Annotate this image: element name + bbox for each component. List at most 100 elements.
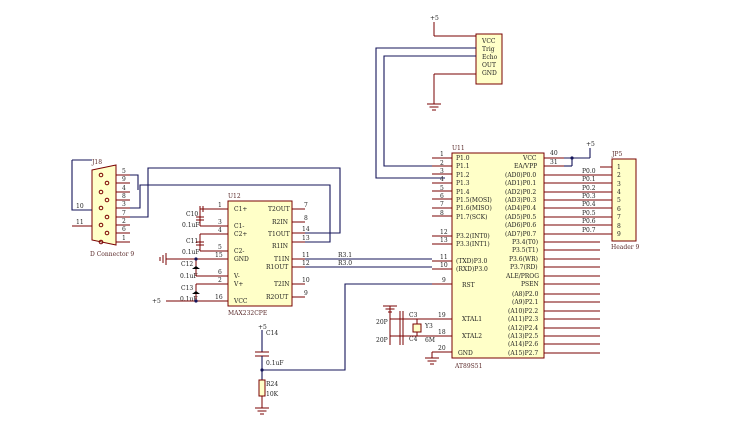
u11-int0: P3.2(INT0)	[456, 233, 490, 240]
u12-r2out: R2OUT	[266, 294, 288, 301]
u11-p3-6: P3.6(WR)	[509, 256, 538, 263]
jp5-num-3: 3	[617, 181, 621, 188]
j18-ref: J18	[91, 159, 102, 166]
u11-mcu: U11 AT89S51 P1.0 P1.1 P1.2 P1.3 P1.4 P1.…	[432, 141, 600, 370]
u11-xtal2-num: 18	[438, 329, 446, 336]
jp5-num-9: 9	[617, 231, 621, 238]
u11-p2-4: (A12)P2.4	[508, 325, 538, 332]
u12-lnum-5: 5	[218, 244, 222, 251]
u12-c2p: C2+	[234, 231, 247, 238]
j18-pin-3: 3	[122, 201, 126, 208]
u11-p3-5: P3.5(T1)	[512, 247, 538, 254]
u11-xtal1: XTAL1	[462, 316, 482, 323]
u11-p1-3-num: 4	[440, 176, 444, 183]
sensor-pin-gnd: GND	[482, 70, 497, 77]
max232-caps: C10 0.1uF C11 0.1uF C12 0.1uF C13 0.1uF …	[152, 206, 210, 305]
c13-ref: C13	[181, 285, 193, 292]
u12-vcc: VCC	[233, 298, 248, 305]
u12-ref: U12	[228, 193, 241, 200]
u11-rst-num: 9	[442, 277, 446, 284]
c12-value: 0.1uF	[180, 273, 198, 280]
y3-ref: Y3	[424, 323, 433, 330]
sensor-pin-out: OUT	[482, 62, 496, 69]
j18-pin-6: 6	[122, 226, 126, 233]
u11-p0-0: (AD0)P0.0	[505, 172, 536, 179]
u12-c2m: C2-	[234, 248, 244, 255]
u11-p2-3: (A11)P2.3	[508, 316, 538, 323]
u12-lnum-16: 16	[215, 294, 223, 301]
u11-p2-6: (A14)P2.6	[508, 341, 538, 348]
j18-pin-5: 5	[122, 168, 126, 175]
j18-pin-numbers: 5 9 4 8 3 7 2 6 1	[122, 168, 126, 242]
u11-int0-num: 12	[440, 229, 448, 236]
jp5-num-7: 7	[617, 214, 621, 221]
u11-p1-2: P1.2	[456, 172, 470, 179]
uart-wires: R3.1 R3.0	[305, 252, 432, 268]
max232-ground-symbol	[159, 253, 167, 265]
jp5-net-1: P0.1	[582, 176, 596, 183]
u11-vcc-tie: 40 31 +5	[550, 141, 595, 167]
uart-net-r31: R3.1	[338, 252, 352, 259]
u11-ea-num: 31	[550, 159, 558, 166]
u12-right-nums: 7 8 14 13 11 12 10 9	[302, 202, 310, 297]
jp5-header: JP5 Header 9 P0.0 P0.1 P0.2 P0.3 P0.4 P0…	[582, 151, 640, 251]
u11-p0-1: (AD1)P0.1	[505, 180, 536, 187]
u12-t2out: T2OUT	[268, 206, 290, 213]
c14-value: 0.1uF	[266, 360, 284, 367]
y3-value: 6M	[425, 337, 435, 344]
u11-vcc-num: 40	[550, 150, 558, 157]
u11-p1-5: P1.5(MOSI)	[456, 197, 492, 204]
c4-ref: C4	[409, 336, 418, 343]
u12-gnd: GND	[234, 256, 249, 263]
u11-p0-6: (AD6)P0.6	[505, 222, 536, 229]
u11-vcc: VCC	[522, 155, 537, 162]
jp5-net-4: P0.4	[582, 201, 596, 208]
u12-rnum-9: 9	[304, 290, 308, 297]
c12-ref: C12	[181, 261, 193, 268]
jp5-net-0: P0.0	[582, 168, 596, 175]
u11-p2-1: (A9)P2.1	[512, 299, 538, 306]
c10-value: 0.1uF	[182, 222, 200, 229]
r24-symbol	[258, 379, 266, 397]
u11-txd-num: 11	[440, 254, 448, 261]
u12-vm: V-	[233, 273, 240, 280]
j18-side-11: 11	[76, 219, 84, 226]
u11-p1-0-num: 1	[440, 151, 444, 158]
jp5-num-2: 2	[617, 172, 621, 179]
sensor-pin-trig: Trig	[482, 46, 495, 53]
u12-lnum-3: 3	[218, 219, 222, 226]
u11-txd: (TXD)P3.0	[456, 258, 488, 265]
u11-rst: RST	[462, 282, 475, 289]
u12-rnum-14: 14	[302, 226, 310, 233]
jp5-pin-lines	[600, 166, 612, 235]
u12-rnum-10: 10	[302, 277, 310, 284]
jp5-pin-numbers: 1 2 3 4 5 6 7 8 9	[617, 164, 621, 238]
u12-name: MAX232CPE	[228, 310, 267, 317]
c3-value: 20P	[376, 319, 388, 326]
u12-r1out: R1OUT	[266, 264, 288, 271]
sensor-plus5-label: +5	[430, 15, 439, 22]
u11-p3-4: P3.4(T0)	[512, 239, 538, 246]
c4-value: 20P	[376, 337, 388, 344]
u12-c1p: C1+	[234, 206, 247, 213]
j18-pin-1: 1	[122, 235, 126, 242]
u11-gnd-num: 20	[438, 345, 446, 352]
u12-lnum-1: 1	[218, 202, 222, 209]
j18-name: D Connector 9	[90, 251, 134, 258]
y3-crystal	[412, 323, 422, 333]
jp5-ref: JP5	[611, 151, 622, 158]
u11-p1-1-num: 2	[440, 160, 444, 167]
u12-t1out: T1OUT	[268, 231, 290, 238]
u11-name: AT89S51	[454, 363, 482, 370]
sensor-ground-symbol	[427, 103, 441, 111]
uart-net-r30: R3.0	[338, 260, 352, 267]
u11-ea: EA/VPP	[514, 163, 537, 170]
jp5-net-2: P0.2	[582, 185, 596, 192]
u12-vp: V+	[233, 281, 243, 288]
u11-ground	[425, 352, 439, 365]
u11-rxd: (RXD)P3.0	[456, 266, 488, 273]
r24-ref: R24	[266, 381, 278, 388]
u11-gnd: GND	[458, 350, 473, 357]
j18-side-10: 10	[76, 203, 84, 210]
jp5-net-3: P0.3	[582, 193, 596, 200]
